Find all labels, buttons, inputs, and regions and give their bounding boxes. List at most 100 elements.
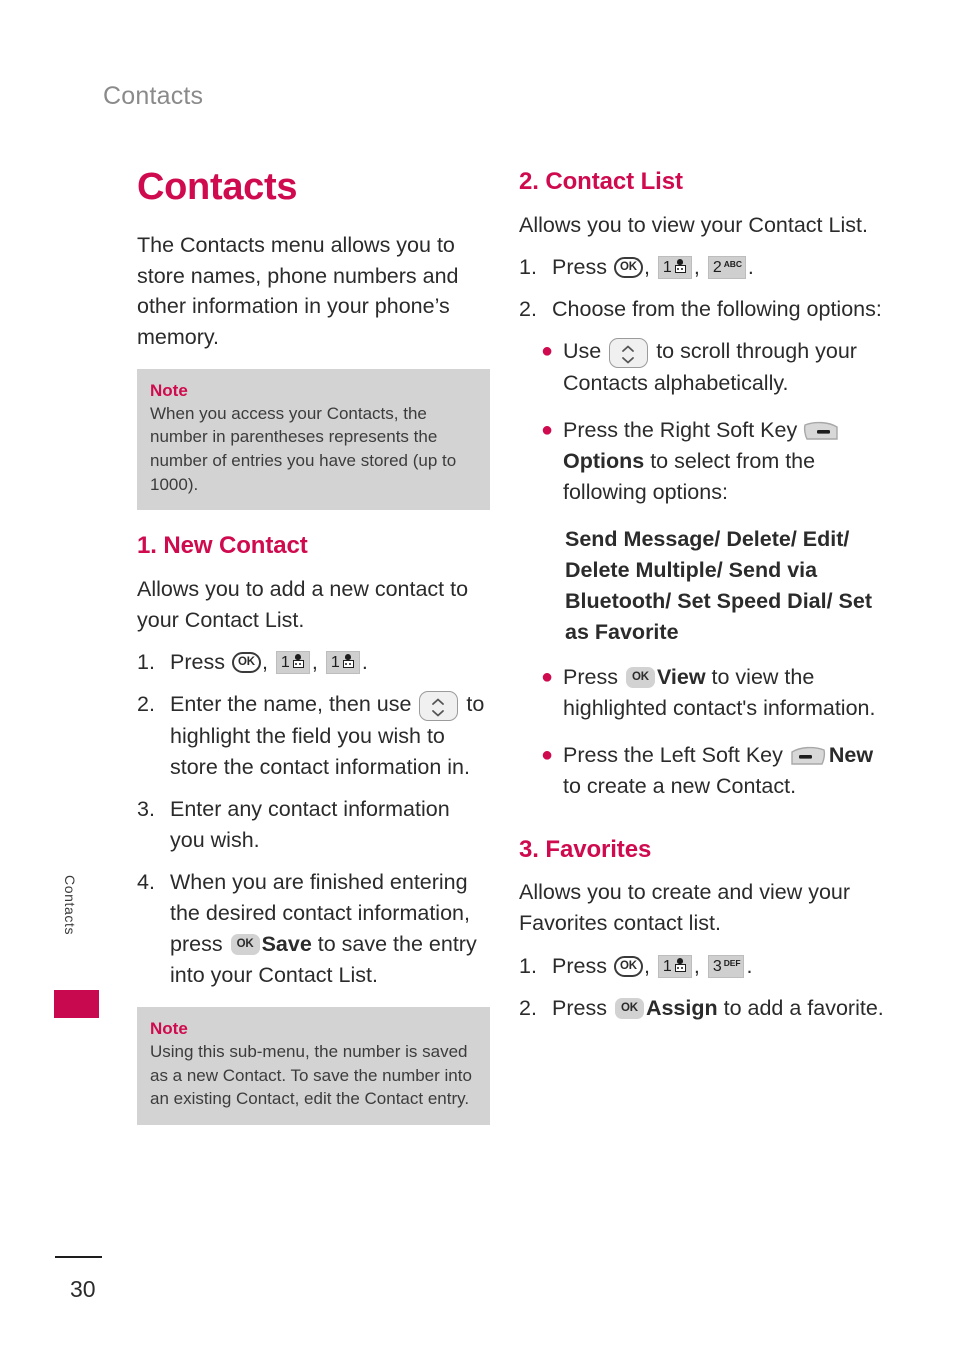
ok-key-icon[interactable] <box>231 652 261 674</box>
list-item: 3. Enter any contact information you wis… <box>137 794 490 856</box>
list-item: 2. Press Assign to add a favorite. <box>519 993 887 1024</box>
step-number: 2. <box>519 995 537 1020</box>
scroll-up-down-key-icon[interactable] <box>609 338 649 369</box>
list-item: ● Use to scroll through your Contacts al… <box>541 336 887 399</box>
softkey-label-view: View <box>656 664 706 689</box>
section-body-new-contact: Allows you to add a new contact to your … <box>137 576 469 632</box>
list-item: ● Press the Right Soft Key Options to se… <box>541 415 887 508</box>
keypad-3-def-icon[interactable]: 3 DEF <box>707 954 745 978</box>
key-digit: 1 <box>330 654 340 672</box>
contact-list-options-bullets: ● Use to scroll through your Contacts al… <box>541 336 887 801</box>
step-text-pre: Enter the name, then use <box>170 692 418 717</box>
right-soft-key-icon[interactable] <box>803 419 840 445</box>
step-number: 1. <box>519 953 537 978</box>
bullet-icon: ● <box>541 419 554 442</box>
step-text-post: . <box>361 650 368 675</box>
bullet-text-post: to create a new Contact. <box>563 773 797 798</box>
intro-paragraph: The Contacts menu allows you to store na… <box>137 232 459 350</box>
section-body-favorites: Allows you to create and view your Favor… <box>519 880 851 935</box>
new-contact-steps: 1. Press , 1, 1. 2. Enter the name, then… <box>137 647 490 991</box>
step-text: Press , 1, 2ABC. <box>552 252 887 283</box>
note-label: Note <box>150 1018 188 1038</box>
bullet-text: Use to scroll through your Contacts alph… <box>563 336 887 399</box>
note-text: Using this sub-menu, the number is saved… <box>150 1041 472 1109</box>
keypad-2-abc-icon[interactable]: 2 ABC <box>707 256 746 280</box>
note-label: Note <box>150 380 188 400</box>
keypad-1-voicemail-icon[interactable]: 1 <box>275 651 310 675</box>
options-list-text: Send Message/ Delete/ Edit/ Delete Multi… <box>565 527 873 644</box>
step-text: When you are finished entering the desir… <box>170 867 490 991</box>
key-digit: 3 <box>712 957 722 975</box>
key-sublabel: DEF <box>723 957 741 968</box>
keypad-1-voicemail-icon[interactable]: 1 <box>325 651 360 675</box>
step-text: Choose from the following options: <box>552 297 882 322</box>
ok-key-filled-icon[interactable] <box>230 934 260 956</box>
voicemail-glyph-icon <box>674 956 687 975</box>
side-tab-marker <box>54 990 99 1018</box>
contact-list-steps: 1. Press , 1, 2ABC. 2. Choose from the f… <box>519 252 887 325</box>
bullet-icon: ● <box>541 340 554 363</box>
step-text-pre: Press <box>552 953 613 978</box>
key-digit: 2 <box>712 259 722 277</box>
key-sublabel: ABC <box>723 259 742 270</box>
section-title-new-contact: 1. New Contact <box>137 532 308 560</box>
bullet-text-pre: Press the Left Soft Key <box>563 742 789 767</box>
key-digit: 1 <box>662 259 672 277</box>
step-number: 2. <box>519 297 537 322</box>
key-digit: 1 <box>280 654 290 672</box>
bullet-icon: ● <box>541 665 554 688</box>
page-title: Contacts <box>137 166 298 208</box>
voicemail-glyph-icon <box>674 257 687 276</box>
ok-key-filled-icon[interactable] <box>625 666 655 688</box>
list-item: ● Press the Left Soft Key New to create … <box>541 740 887 802</box>
comma-2: , <box>693 255 706 280</box>
step-number: 1. <box>137 650 155 675</box>
bullet-text: Press the Left Soft Key New to create a … <box>563 740 887 802</box>
running-header: Contacts <box>103 82 204 110</box>
section-title-favorites: 3. Favorites <box>519 835 652 863</box>
left-soft-key-icon[interactable] <box>789 744 826 770</box>
keypad-1-voicemail-icon[interactable]: 1 <box>657 256 692 280</box>
softkey-label-assign: Assign <box>645 995 718 1020</box>
key-digit: 1 <box>662 957 672 975</box>
step-text: Enter the name, then use to highlight th… <box>170 689 490 783</box>
step-text: Press Assign to add a favorite. <box>552 993 887 1024</box>
comma-1: , <box>643 953 656 978</box>
list-item: 2. Choose from the following options: <box>519 294 887 325</box>
step-text: Press , 1, 3DEF. <box>552 951 887 982</box>
list-item: 2. Enter the name, then use to highlight… <box>137 689 490 783</box>
step-text-pre: Press <box>552 255 613 280</box>
bullet-text: Press the Right Soft Key Options to sele… <box>563 415 887 508</box>
step-text-pre: Press <box>170 650 231 675</box>
list-item: 1. Press , 1, 1. <box>137 647 490 678</box>
step-text: Press , 1, 1. <box>170 647 490 678</box>
bullet-icon: ● <box>541 743 554 766</box>
ok-key-filled-icon[interactable] <box>614 997 644 1019</box>
step-number: 3. <box>137 797 155 822</box>
step-number: 4. <box>137 870 155 895</box>
note-text: When you access your Contacts, the numbe… <box>150 403 457 494</box>
ok-key-icon[interactable] <box>613 257 643 279</box>
bullet-text-pre: Use <box>563 339 608 364</box>
ok-key-icon[interactable] <box>613 955 643 977</box>
page-number: 30 <box>70 1276 96 1302</box>
softkey-label-save: Save <box>261 932 312 957</box>
section-body-contact-list: Allows you to view your Contact List. <box>519 212 868 237</box>
keypad-1-voicemail-icon[interactable]: 1 <box>657 954 692 978</box>
side-tab-label: Contacts <box>62 875 78 936</box>
section-title-contact-list: 2. Contact List <box>519 168 683 195</box>
note-box-2: Note Using this sub-menu, the number is … <box>137 1006 490 1125</box>
left-column: Contacts The Contacts menu allows you to… <box>137 166 490 1147</box>
footer-rule <box>55 1256 102 1258</box>
comma-1: , <box>261 650 274 675</box>
voicemail-glyph-icon <box>342 652 355 671</box>
list-item: 4. When you are finished entering the de… <box>137 867 490 991</box>
step-number: 1. <box>519 255 537 280</box>
note-box-1: Note When you access your Contacts, the … <box>137 368 490 511</box>
scroll-up-down-key-icon[interactable] <box>419 691 459 722</box>
voicemail-glyph-icon <box>292 652 305 671</box>
list-item: 1. Press , 1, 3DEF. <box>519 951 887 982</box>
bullet-text-pre: Press the Right Soft Key <box>563 418 804 443</box>
softkey-label-new: New <box>828 742 874 767</box>
list-item: ● Press View to view the highlighted con… <box>541 662 887 724</box>
